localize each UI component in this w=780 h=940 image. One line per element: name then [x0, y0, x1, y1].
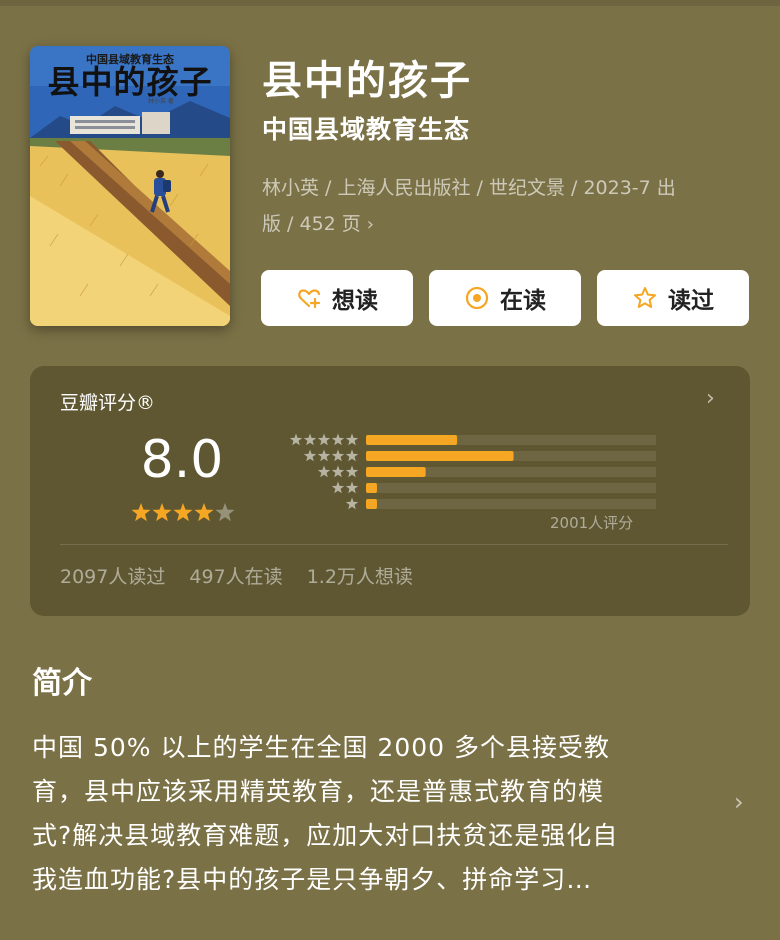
mini-star-icon — [331, 465, 345, 478]
mini-star-icon — [289, 433, 303, 446]
book-meta[interactable]: 林小英 / 上海人民出版社 / 世纪文景 / 2023-7 出 版 / 452 … — [262, 170, 747, 243]
mini-star-icon — [345, 449, 359, 462]
intro-line: 我造血功能?县中的孩子是只争朝夕、拼命学习… — [32, 865, 593, 894]
star-filled-icon — [152, 503, 172, 522]
mini-star-icon — [317, 449, 331, 462]
book-meta-line-2: 版 / 452 页 › — [262, 206, 747, 243]
chevron-right-icon[interactable]: › — [706, 386, 715, 411]
reading-button[interactable]: 在读 — [429, 270, 581, 326]
want-to-read-label: 想读 — [332, 288, 378, 314]
rating-bar-fill — [366, 499, 377, 509]
want-to-read-button[interactable]: 想读 — [261, 270, 413, 326]
mini-star-icon — [345, 497, 359, 510]
book-meta-line-1: 林小英 / 上海人民出版社 / 世纪文景 / 2023-7 出 — [262, 177, 676, 199]
want-count: 1.2万人想读 — [306, 566, 413, 588]
star-filled-icon — [131, 503, 151, 522]
intro-line: 式?解决县域教育难题，应加大对口扶贫还是强化自 — [32, 821, 619, 850]
rating-row-1-star — [345, 497, 656, 510]
rating-bar-fill — [366, 451, 514, 461]
intro-heading: 简介 — [32, 666, 92, 701]
reader-stats: 2097人读过 497人在读 1.2万人想读 — [60, 562, 431, 589]
have-read-button[interactable]: 读过 — [597, 270, 749, 326]
book-cover[interactable]: 中国县域教育生态 县中的孩子 林小英 著 — [30, 46, 230, 326]
book-title: 县中的孩子 — [262, 58, 472, 104]
heart-plus-icon — [296, 285, 322, 311]
divider — [60, 544, 728, 545]
star-filled-icon — [194, 503, 214, 522]
rating-label: 豆瓣评分® — [60, 392, 156, 414]
book-subtitle: 中国县域教育生态 — [262, 115, 471, 144]
chevron-right-icon[interactable]: › — [734, 788, 744, 816]
intro-line: 育，县中应该采用精英教育，还是普惠式教育的模 — [32, 777, 605, 806]
top-edge — [0, 0, 780, 6]
mini-star-icon — [303, 433, 317, 446]
cover-author: 林小英 著 — [148, 98, 174, 105]
book-meta-line-2-text: 版 / 452 页 — [262, 213, 361, 235]
star-empty-icon — [215, 503, 235, 522]
mini-star-icon — [331, 449, 345, 462]
mini-star-icon — [331, 481, 345, 494]
rating-row-2-star — [331, 481, 656, 494]
rating-row-3-star — [317, 465, 656, 478]
rating-row-5-star — [289, 433, 656, 446]
rating-count: 2001人评分 — [550, 514, 634, 532]
mini-star-icon — [317, 433, 331, 446]
reading-label: 在读 — [500, 288, 546, 314]
rating-row-4-star — [303, 449, 656, 462]
rating-card[interactable]: 豆瓣评分® › 8.0 2001人评分 2097人读过 497人在读 1.2万人… — [30, 366, 750, 616]
rating-bar-fill — [366, 483, 377, 493]
mini-star-icon — [331, 433, 345, 446]
target-icon — [464, 285, 490, 311]
mini-star-icon — [303, 449, 317, 462]
rating-bar-track — [366, 483, 656, 493]
chevron-right-icon: › — [366, 214, 374, 235]
reading-count: 497人在读 — [189, 566, 283, 588]
rating-score: 8.0 — [140, 430, 224, 490]
rating-stars — [131, 503, 235, 522]
mini-star-icon — [345, 433, 359, 446]
rating-bar-fill — [366, 467, 426, 477]
intro-line: 中国 50% 以上的学生在全国 2000 多个县接受教 — [32, 733, 610, 762]
star-filled-icon — [173, 503, 193, 522]
rating-bar-fill — [366, 435, 458, 445]
cover-title: 县中的孩子 — [47, 63, 213, 101]
rating-distribution — [289, 433, 656, 510]
have-read-label: 读过 — [668, 288, 714, 314]
mini-star-icon — [345, 481, 359, 494]
mini-star-icon — [317, 465, 331, 478]
intro-text[interactable]: 中国 50% 以上的学生在全国 2000 多个县接受教 育，县中应该采用精英教育… — [32, 726, 722, 902]
mini-star-icon — [345, 465, 359, 478]
rating-bar-track — [366, 499, 656, 509]
star-outline-icon — [632, 285, 658, 311]
read-count: 2097人读过 — [60, 566, 166, 588]
